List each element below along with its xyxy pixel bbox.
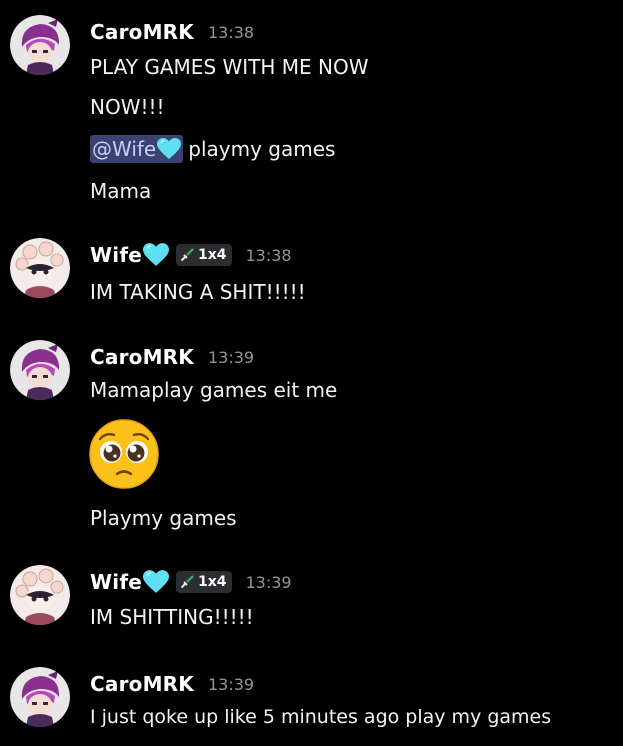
message-text: IM TAKING A SHIT!!!!! — [90, 280, 306, 304]
timestamp[interactable]: 13:39 — [208, 348, 254, 367]
user-mention[interactable]: @Wife — [90, 135, 184, 163]
message-header: CaroMRK 13:38 — [90, 17, 254, 47]
guild-tag[interactable]: 1x4 — [175, 571, 232, 593]
message-text: PLAY GAMES WITH ME NOW — [90, 55, 369, 79]
message-header: Wife 1x4 13:38 — [90, 240, 292, 270]
guild-tag[interactable]: 1x4 — [175, 244, 232, 266]
message-text-with-mention: @Wife playmy games — [90, 135, 335, 163]
guild-tag-label: 1x4 — [197, 574, 227, 590]
avatar-wife[interactable] — [10, 565, 70, 625]
avatar-caromrk[interactable] — [10, 15, 70, 75]
guild-tag-label: 1x4 — [197, 247, 227, 263]
light-blue-heart-icon — [142, 243, 169, 267]
message-header: CaroMRK 13:39 — [90, 342, 254, 372]
mention-label: @Wife — [92, 137, 157, 161]
username[interactable]: Wife — [90, 570, 142, 594]
avatar-caromrk[interactable] — [10, 340, 70, 400]
avatar-wife[interactable] — [10, 238, 70, 298]
timestamp[interactable]: 13:39 — [246, 573, 292, 592]
timestamp[interactable]: 13:38 — [208, 23, 254, 42]
username[interactable]: CaroMRK — [90, 672, 194, 696]
message-text: NOW!!! — [90, 95, 165, 119]
message-text: I just qoke up like 5 minutes ago play m… — [90, 706, 552, 728]
message-header: Wife 1x4 13:39 — [90, 567, 292, 597]
timestamp[interactable]: 13:38 — [246, 246, 292, 265]
mention-suffix-text: playmy games — [188, 137, 336, 161]
message-text: IM SHITTING!!!!! — [90, 605, 254, 629]
light-blue-heart-icon — [142, 570, 169, 594]
username[interactable]: CaroMRK — [90, 20, 194, 44]
message-header: CaroMRK 13:39 — [90, 669, 254, 699]
message-text: Mama — [90, 179, 152, 203]
pleading-face-emoji[interactable] — [88, 418, 160, 490]
message-text: Mamaplay games eit me — [90, 378, 338, 402]
sword-icon — [179, 247, 195, 263]
sword-icon — [179, 574, 195, 590]
light-blue-heart-icon — [157, 138, 182, 160]
timestamp[interactable]: 13:39 — [208, 675, 254, 694]
username[interactable]: CaroMRK — [90, 345, 194, 369]
username[interactable]: Wife — [90, 243, 142, 267]
message-text: Playmy games — [90, 506, 237, 530]
avatar-caromrk[interactable] — [10, 667, 70, 727]
